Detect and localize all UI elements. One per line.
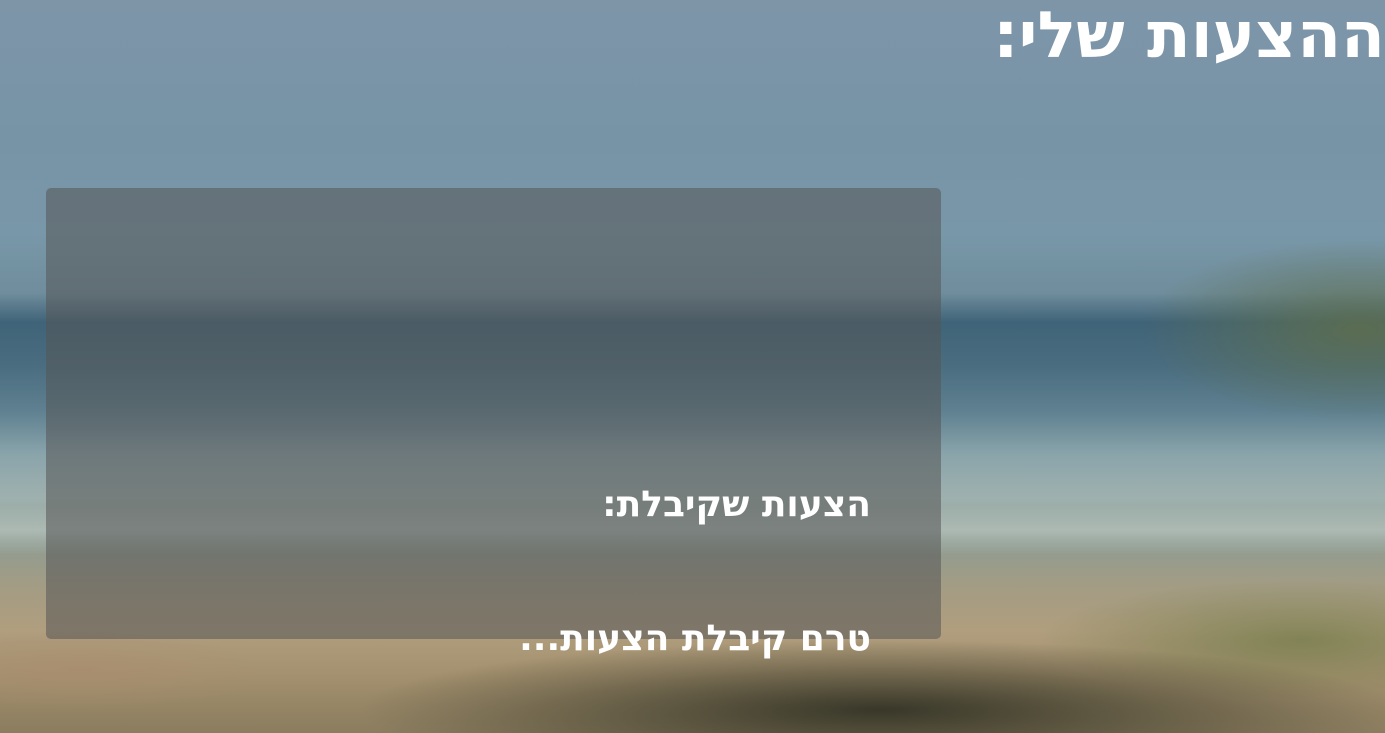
offers-heading: הצעות שקיבלת:: [602, 484, 871, 525]
empty-offers-message: טרם קיבלת הצעות...: [519, 618, 871, 659]
offers-panel: הצעות שקיבלת: טרם קיבלת הצעות...: [46, 188, 941, 659]
page-title: ההצעות שלי:: [993, 0, 1385, 73]
